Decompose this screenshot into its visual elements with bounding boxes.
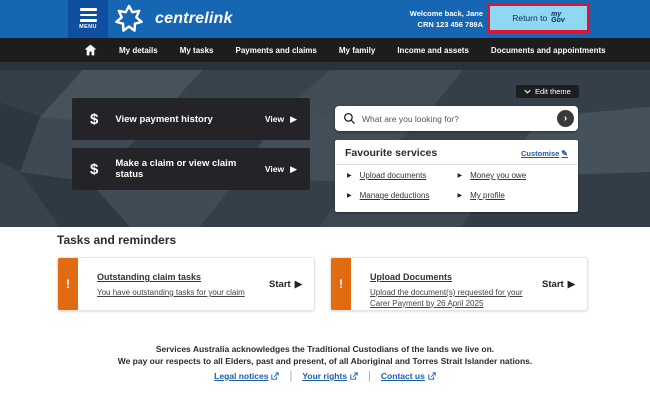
nav-item-home[interactable] [84,44,97,56]
arrow-right-icon: ▶ [347,192,352,199]
divider: | [289,370,292,382]
nav-item-my-family[interactable]: My family [339,46,375,55]
task-title-link[interactable]: Upload Documents [370,272,452,282]
alert-exclamation-icon: ! [331,258,351,310]
quick-card-label: View payment history [115,114,265,125]
favourite-services-title: Favourite services [345,147,437,159]
annotation-highlight-box: Return to my Gov [487,3,590,33]
contact-us-link[interactable]: Contact us [381,371,436,381]
favourite-services-panel: Favourite services Customise ✎ ▶ Upload … [335,140,578,212]
fav-link-my-profile[interactable]: ▶ My profile [458,191,569,200]
pencil-icon: ✎ [561,149,568,158]
favourite-services-links: ▶ Upload documents ▶ Money you owe ▶ Man… [335,165,578,200]
customise-link[interactable]: Customise ✎ [521,149,568,158]
arrow-right-icon: ▶ [295,279,302,290]
view-payment-history-card[interactable]: $ View payment history View ▶ [72,98,310,140]
make-claim-card[interactable]: $ Make a claim or view claim status View… [72,148,310,190]
customise-label: Customise [521,149,559,158]
crn-number: CRN 123 456 789A [410,19,483,30]
search-bar: › [335,106,578,131]
centrelink-star-icon [114,4,144,34]
external-link-icon [271,372,279,380]
edit-theme-label: Edit theme [535,87,571,96]
acknowledgement-line1: Services Australia acknowledges the Trad… [0,343,650,355]
task-body: Outstanding claim tasks You have outstan… [78,258,269,310]
centrelink-portal-page: MENU centrelink Welcome back, Jane CRN 1… [0,0,650,403]
mygov-logo-bottom: Gov [551,18,565,25]
hamburger-icon [80,8,97,21]
edit-theme-button[interactable]: Edit theme [515,84,580,99]
task-title-link[interactable]: Outstanding claim tasks [97,272,201,282]
start-button[interactable]: Start ▶ [542,279,575,290]
favourite-services-header: Favourite services Customise ✎ [335,140,578,164]
nav-item-my-details[interactable]: My details [119,46,158,55]
alert-exclamation-icon: ! [58,258,78,310]
start-button[interactable]: Start ▶ [269,279,302,290]
tasks-section-title: Tasks and reminders [57,233,176,247]
arrow-right-icon: ▶ [458,192,463,199]
menu-button-label: MENU [79,24,97,30]
welcome-block: Welcome back, Jane CRN 123 456 789A [410,8,483,30]
nav-item-payments-and-claims[interactable]: Payments and claims [235,46,316,55]
home-icon [84,44,97,56]
acknowledgement-line2: We pay our respects to all Elders, past … [0,355,650,367]
app-header: MENU centrelink Welcome back, Jane CRN 1… [0,0,650,38]
task-card-upload-documents[interactable]: ! Upload Documents Upload the document(s… [330,257,588,311]
nav-item-my-tasks[interactable]: My tasks [180,46,214,55]
return-to-label: Return to [512,13,547,23]
search-submit-button[interactable]: › [557,110,574,127]
arrow-right-icon: ▶ [290,164,297,175]
view-button-label: View [265,114,284,124]
search-icon [343,112,356,125]
quick-card-label: Make a claim or view claim status [115,158,265,180]
arrow-right-icon: ▶ [458,172,463,179]
search-input[interactable] [362,114,557,124]
external-link-icon [428,372,436,380]
menu-button[interactable]: MENU [68,0,108,38]
legal-notices-link[interactable]: Legal notices [214,371,279,381]
mygov-logo: my Gov [551,12,565,25]
dollar-icon: $ [90,161,98,178]
dollar-icon: $ [90,111,98,128]
arrow-right-icon: ▶ [347,172,352,179]
chevron-down-icon [524,89,531,94]
fav-link-money-you-owe[interactable]: ▶ Money you owe [458,171,569,180]
divider: | [368,370,371,382]
task-card-outstanding-claim[interactable]: ! Outstanding claim tasks You have outst… [57,257,315,311]
nav-item-income-and-assets[interactable]: Income and assets [397,46,469,55]
arrow-right-icon: ▶ [290,114,297,125]
your-rights-link[interactable]: Your rights [302,371,358,381]
task-description-link[interactable]: Upload the document(s) requested for you… [370,288,538,309]
task-body: Upload Documents Upload the document(s) … [351,258,542,310]
external-link-icon [350,372,358,380]
nav-item-documents-and-appointments[interactable]: Documents and appointments [491,46,606,55]
brand-name: centrelink [155,10,233,28]
primary-nav: My details My tasks Payments and claims … [0,38,650,62]
acknowledgement-text: Services Australia acknowledges the Trad… [0,343,650,367]
arrow-right-icon: ▶ [568,279,575,290]
view-button-label: View [265,164,284,174]
fav-link-upload-documents[interactable]: ▶ Upload documents [347,171,458,180]
hero-banner: Edit theme $ View payment history View ▶… [0,62,650,227]
welcome-text: Welcome back, Jane [410,8,483,19]
task-description-link[interactable]: You have outstanding tasks for your clai… [97,288,265,299]
fav-link-manage-deductions[interactable]: ▶ Manage deductions [347,191,458,200]
return-to-mygov-button[interactable]: Return to my Gov [490,6,587,30]
footer-links: Legal notices | Your rights | Contact us [0,370,650,382]
